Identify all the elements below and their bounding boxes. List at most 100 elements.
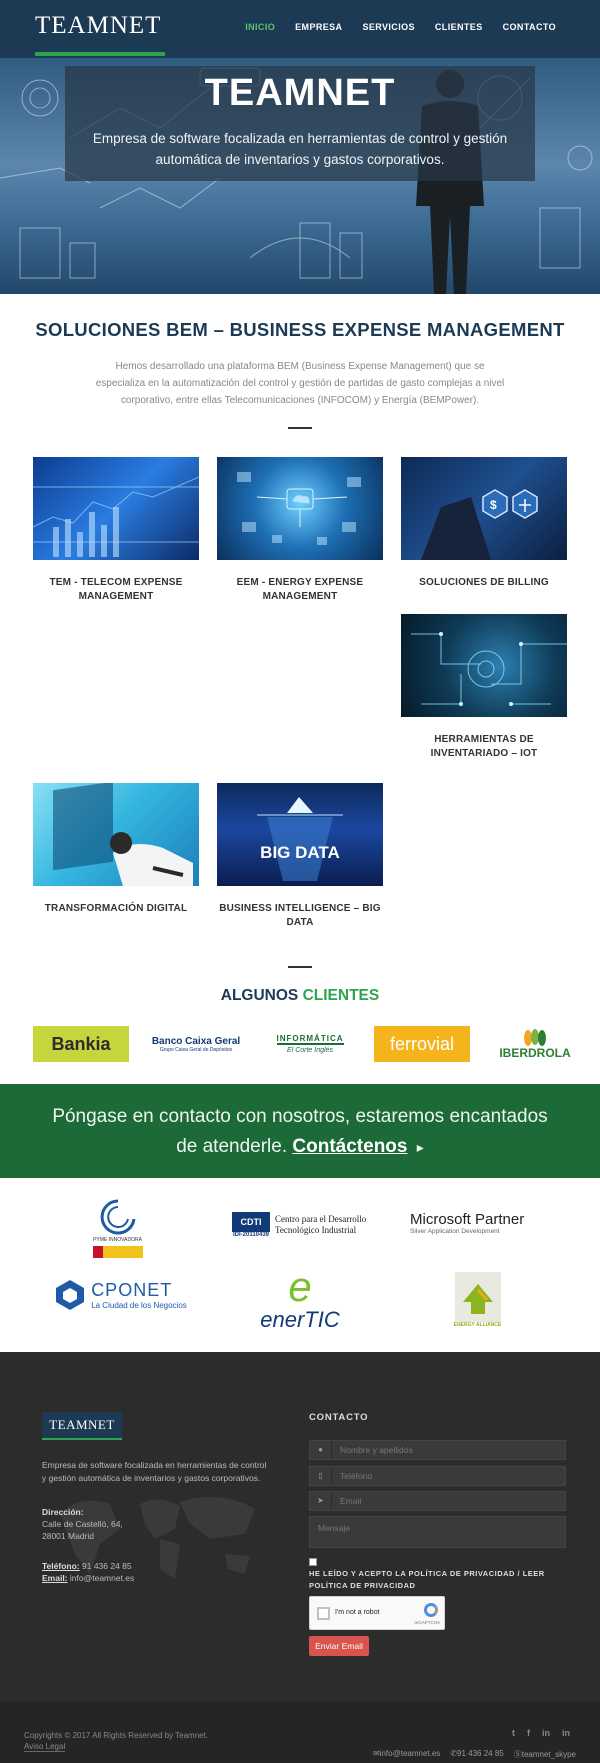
card-eem-label[interactable]: EEM - ENERGY EXPENSE MANAGEMENT bbox=[217, 576, 383, 604]
clients-title-part2: CLIENTES bbox=[302, 987, 380, 1004]
cta-text: Póngase en contacto con nosotros, estare… bbox=[40, 1102, 560, 1162]
phone-placeholder: Teléfono bbox=[340, 1471, 373, 1481]
privacy-checkbox[interactable] bbox=[309, 1558, 317, 1566]
section-divider bbox=[288, 427, 312, 429]
recaptcha-brand: reCAPTCHA bbox=[414, 1620, 440, 1625]
client-logo-informatica: INFORMÁTICA El Corte Inglés bbox=[276, 1034, 344, 1054]
main-nav: INICIO EMPRESA SERVICIOS CLIENTES CONTAC… bbox=[245, 22, 556, 32]
hero-title: TEAMNET bbox=[204, 72, 396, 114]
card-digital-label[interactable]: TRANSFORMACIÓN DIGITAL bbox=[33, 902, 199, 916]
address-value: Calle de Castelló, 64, 28001 Madrid bbox=[42, 1519, 123, 1541]
card-bigdata[interactable]: BIG DATA BUSINESS INTELLIGENCE – BIG DAT… bbox=[217, 783, 383, 930]
partner-logo-microsoft: Microsoft Partner Silver Application Dev… bbox=[410, 1211, 525, 1235]
linkedin-icon[interactable]: in bbox=[542, 1728, 550, 1738]
social-links: t f in in bbox=[512, 1728, 570, 1738]
skype-icon: Ⓢ bbox=[513, 1750, 522, 1759]
email-placeholder: Email bbox=[340, 1496, 362, 1506]
partner-logo-pyme: PYME INNOVADORA bbox=[80, 1190, 155, 1265]
cta-contact-link[interactable]: Contáctenos bbox=[292, 1136, 407, 1157]
recaptcha-checkbox[interactable] bbox=[317, 1607, 330, 1620]
partner-logo-cdti: CDTI IDI-20110439 Centro para el Desarro… bbox=[232, 1212, 367, 1238]
energy-alliance-icon bbox=[454, 1271, 501, 1322]
footer-logo[interactable]: TEAMNET bbox=[42, 1412, 122, 1440]
bottom-email[interactable]: ✉info@teamnet.es bbox=[373, 1749, 440, 1760]
nav-item-contacto[interactable]: CONTACTO bbox=[503, 22, 556, 32]
card-tem-image[interactable] bbox=[33, 457, 199, 560]
email-value[interactable]: info@teamnet.es bbox=[70, 1573, 134, 1583]
copyright: Copyrights © 2017 All Rights Reserved by… bbox=[24, 1731, 209, 1740]
arrow-right-icon[interactable]: ▸ bbox=[417, 1139, 424, 1155]
twitter-icon[interactable]: t bbox=[512, 1728, 515, 1738]
bottom-skype[interactable]: Ⓢteamnet_skype bbox=[514, 1749, 576, 1760]
client-logo-iberdrola: IBERDROLA bbox=[490, 1026, 580, 1062]
clients-title-part1: ALGUNOS bbox=[220, 987, 299, 1004]
client-logo-caixa: Banco Caixa Geral Grupo Caixa Geral de D… bbox=[151, 1035, 241, 1053]
name-field[interactable]: ● Nombre y apellidos bbox=[309, 1440, 566, 1460]
phone-value: 91 436 24 85 bbox=[82, 1561, 132, 1571]
email-field[interactable]: ➤ Email bbox=[309, 1491, 566, 1511]
user-icon: ● bbox=[310, 1441, 332, 1459]
client-logo-ferrovial: ferrovial bbox=[374, 1026, 470, 1062]
client-logo-bankia: Bankia bbox=[33, 1026, 129, 1062]
nav-item-clientes[interactable]: CLIENTES bbox=[435, 22, 483, 32]
card-tem-label[interactable]: TEM - TELECOM EXPENSE MANAGEMENT bbox=[33, 576, 199, 604]
card-iot[interactable]: HERRAMIENTAS DE INVENTARIADO – IOT bbox=[401, 614, 567, 761]
aviso-legal-link[interactable]: Aviso Legal bbox=[24, 1742, 66, 1752]
card-eem-image[interactable] bbox=[217, 457, 383, 560]
card-billing-label[interactable]: SOLUCIONES DE BILLING bbox=[401, 576, 567, 590]
partner-logo-enertic: e enerTIC bbox=[260, 1262, 340, 1332]
send-icon: ➤ bbox=[310, 1492, 332, 1510]
card-billing[interactable]: $ SOLUCIONES DE BILLING bbox=[401, 457, 567, 590]
card-iot-label[interactable]: HERRAMIENTAS DE INVENTARIADO – IOT bbox=[401, 733, 567, 761]
privacy-label[interactable]: HE LEÍDO Y ACEPTO LA POLÍTICA DE PRIVACI… bbox=[309, 1568, 569, 1592]
dollar-icon: $ bbox=[490, 498, 497, 512]
site-header: TEAMNET INICIO EMPRESA SERVICIOS CLIENTE… bbox=[0, 0, 600, 58]
card-billing-image[interactable]: $ bbox=[401, 457, 567, 560]
send-email-button[interactable]: Enviar Email bbox=[309, 1636, 369, 1656]
pyme-swirl-icon bbox=[100, 1199, 135, 1235]
bottom-phone[interactable]: ✆91 436 24 85 bbox=[450, 1749, 503, 1760]
cponet-hexagon-icon bbox=[56, 1280, 85, 1310]
contact-form-title: CONTACTO bbox=[309, 1412, 369, 1423]
big-data-text: BIG DATA bbox=[260, 843, 340, 862]
card-tem[interactable]: TEM - TELECOM EXPENSE MANAGEMENT bbox=[33, 457, 199, 604]
section-divider bbox=[288, 966, 312, 968]
card-iot-image[interactable] bbox=[401, 614, 567, 717]
email-label: Email: bbox=[42, 1573, 68, 1583]
phone-icon: ✆ bbox=[450, 1749, 458, 1758]
card-bigdata-label[interactable]: BUSINESS INTELLIGENCE – BIG DATA bbox=[217, 902, 383, 930]
iberdrola-leaves-icon bbox=[524, 1029, 546, 1046]
card-digital-image[interactable] bbox=[33, 783, 199, 886]
partner-logo-cponet: CPONET La Ciudad de los Negocios bbox=[45, 1275, 195, 1315]
nav-item-empresa[interactable]: EMPRESA bbox=[295, 22, 342, 32]
linkedin-alt-icon[interactable]: in bbox=[562, 1728, 570, 1738]
nav-item-servicios[interactable]: SERVICIOS bbox=[362, 22, 414, 32]
logo[interactable]: TEAMNET bbox=[35, 12, 161, 40]
recaptcha-widget[interactable]: I'm not a robot reCAPTCHA bbox=[309, 1596, 445, 1630]
footer-email: Email: info@teamnet.es bbox=[42, 1572, 134, 1584]
message-field[interactable]: Mensaje bbox=[309, 1516, 566, 1548]
clients-title: ALGUNOS CLIENTES bbox=[0, 987, 600, 1005]
name-placeholder: Nombre y apellidos bbox=[340, 1445, 413, 1455]
logo-underline bbox=[35, 52, 165, 56]
partner-logo-eaa: ENERGY ALLIANCE bbox=[450, 1262, 505, 1337]
recaptcha-icon bbox=[424, 1603, 438, 1617]
nav-item-inicio[interactable]: INICIO bbox=[245, 22, 275, 32]
facebook-icon[interactable]: f bbox=[527, 1728, 530, 1738]
card-eem[interactable]: EEM - ENERGY EXPENSE MANAGEMENT bbox=[217, 457, 383, 604]
phone-icon: ▯ bbox=[310, 1467, 332, 1485]
mail-icon: ✉ bbox=[373, 1749, 380, 1758]
footer-phone: Teléfono: 91 436 24 85 bbox=[42, 1560, 132, 1572]
card-digital[interactable]: TRANSFORMACIÓN DIGITAL bbox=[33, 783, 199, 916]
footer-address: Dirección: Calle de Castelló, 64, 28001 … bbox=[42, 1506, 142, 1542]
page: TEAMNET INICIO EMPRESA SERVICIOS CLIENTE… bbox=[0, 0, 600, 1763]
phone-label: Teléfono: bbox=[42, 1561, 80, 1571]
recaptcha-label: I'm not a robot bbox=[335, 1609, 380, 1616]
phone-field[interactable]: ▯ Teléfono bbox=[309, 1466, 566, 1486]
message-placeholder: Mensaje bbox=[318, 1523, 351, 1533]
hero-subtitle: Empresa de software focalizada en herram… bbox=[92, 131, 508, 167]
card-bigdata-image[interactable]: BIG DATA bbox=[217, 783, 383, 886]
spain-flag-badge bbox=[92, 1246, 143, 1258]
bottom-contact: ✉info@teamnet.es ✆91 436 24 85 Ⓢteamnet_… bbox=[373, 1749, 576, 1760]
address-label: Dirección: bbox=[42, 1507, 84, 1517]
